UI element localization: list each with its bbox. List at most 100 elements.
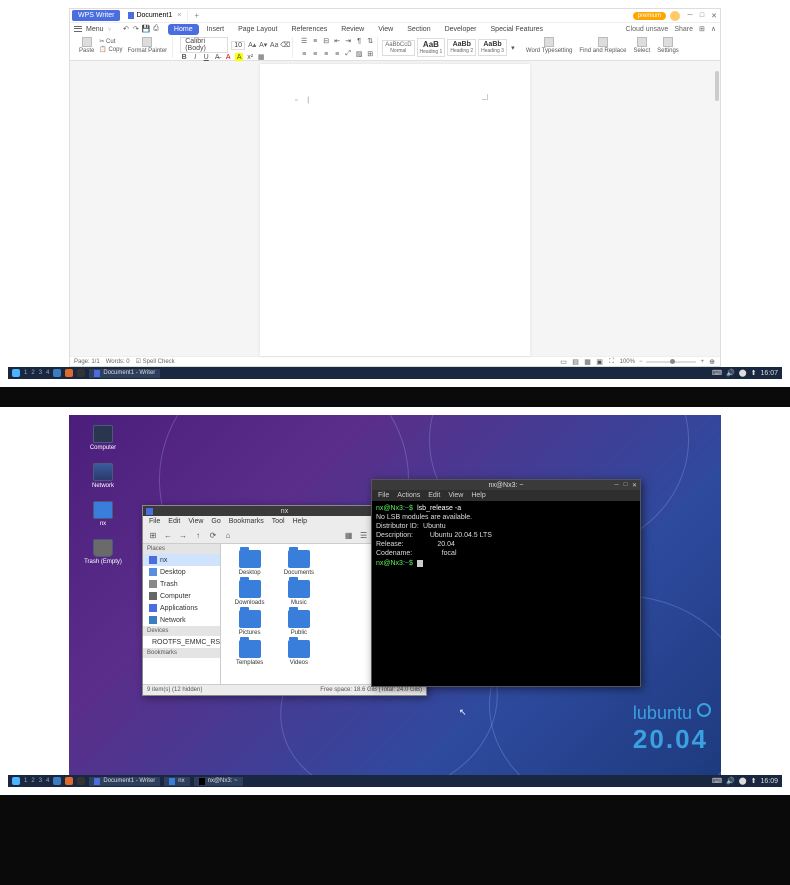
sidebar-item-applications[interactable]: Applications xyxy=(143,602,220,614)
maximize-button[interactable]: □ xyxy=(696,11,708,21)
page-indicator[interactable]: Page: 1/1 xyxy=(74,359,100,365)
term-maximize-button[interactable]: □ xyxy=(622,482,629,489)
save-icon[interactable]: 💾 xyxy=(142,25,150,33)
font-color-icon[interactable]: A xyxy=(224,53,232,61)
taskbar-item-fm[interactable]: nx xyxy=(164,777,189,786)
fm-menu-go[interactable]: Go xyxy=(211,518,220,525)
align-left-icon[interactable]: ≡ xyxy=(300,50,308,58)
fullscreen-icon[interactable]: ⛶ xyxy=(608,358,616,366)
taskbar-item-writer[interactable]: Document1 - Writer xyxy=(89,777,160,786)
sidebar-item-computer[interactable]: Computer xyxy=(143,590,220,602)
desktop-icon-network[interactable]: Network xyxy=(83,463,123,489)
workspace-1[interactable]: 1 xyxy=(24,778,27,784)
find-replace-button[interactable]: Find and Replace xyxy=(577,37,628,54)
desktop-icon-trash[interactable]: Trash (Empty) xyxy=(83,539,123,565)
workspace-4[interactable]: 4 xyxy=(46,370,49,376)
document-tab[interactable]: Document1 × xyxy=(122,10,188,21)
folder-downloads[interactable]: Downloads xyxy=(227,580,272,606)
term-title-bar[interactable]: nx@Nx3: ~ ─□✕ xyxy=(372,480,640,490)
new-tab-button[interactable]: + xyxy=(188,9,205,22)
terminal-launcher-icon[interactable] xyxy=(77,369,85,377)
italic-icon[interactable]: I xyxy=(191,53,199,61)
copy-button[interactable]: 📋 Copy xyxy=(99,46,122,53)
tab-developer[interactable]: Developer xyxy=(439,24,483,35)
document-canvas[interactable]: ▫ | xyxy=(70,61,720,356)
font-size-select[interactable]: 10 xyxy=(231,41,245,50)
workspace-2[interactable]: 2 xyxy=(31,778,34,784)
folder-desktop[interactable]: Desktop xyxy=(227,550,272,576)
cut-button[interactable]: ✂ Cut xyxy=(99,38,122,45)
term-menu-file[interactable]: File xyxy=(378,492,389,499)
view-mode4-icon[interactable]: ▣ xyxy=(596,358,604,366)
decrease-indent-icon[interactable]: ⇤ xyxy=(333,37,341,45)
icon-view-icon[interactable]: ▦ xyxy=(343,529,355,541)
tray-volume-icon[interactable]: 🔊 xyxy=(726,369,735,377)
file-manager-launcher-icon[interactable] xyxy=(53,777,61,785)
collapse-ribbon-icon[interactable]: ∧ xyxy=(711,25,716,33)
sidebar-item-nx[interactable]: nx xyxy=(143,554,220,566)
font-name-select[interactable]: Calibri (Body) xyxy=(180,37,228,53)
paste-button[interactable]: Paste xyxy=(77,37,96,54)
zoom-in-button[interactable]: + xyxy=(700,359,704,365)
desktop-icon-computer[interactable]: Computer xyxy=(83,425,123,451)
style-heading3[interactable]: AaBbHeading 3 xyxy=(478,39,507,56)
fm-menu-bookmarks[interactable]: Bookmarks xyxy=(229,518,264,525)
word-typesetting-button[interactable]: Word Typesetting xyxy=(524,37,574,54)
tab-special-features[interactable]: Special Features xyxy=(485,24,550,35)
tray-keyboard-icon[interactable]: ⌨ xyxy=(712,777,722,785)
workspace-3[interactable]: 3 xyxy=(39,778,42,784)
workspace-1[interactable]: 1 xyxy=(24,370,27,376)
taskbar-item-writer[interactable]: Document1 - Writer xyxy=(89,369,160,378)
up-icon[interactable]: ↑ xyxy=(192,529,204,541)
app-tab[interactable]: WPS Writer xyxy=(72,10,120,21)
align-center-icon[interactable]: ≡ xyxy=(311,50,319,58)
print-icon[interactable]: ⎙ xyxy=(152,25,160,33)
zoom-out-button[interactable]: − xyxy=(639,359,643,365)
sidebar-item-rootfs[interactable]: ROOTFS_EMMC_RST xyxy=(143,636,220,648)
workspace-4[interactable]: 4 xyxy=(46,778,49,784)
firefox-launcher-icon[interactable] xyxy=(65,369,73,377)
spell-check-button[interactable]: ☑ Spell Check xyxy=(136,358,175,365)
share-button[interactable]: Share xyxy=(674,26,693,33)
style-normal[interactable]: AaBbCcDNormal xyxy=(382,40,414,56)
align-right-icon[interactable]: ≡ xyxy=(322,50,330,58)
tray-updates-icon[interactable]: ⬆ xyxy=(751,777,757,785)
strike-icon[interactable]: A̶ xyxy=(213,53,221,61)
format-painter-button[interactable]: Format Painter xyxy=(126,37,170,54)
terminal-output[interactable]: nx@Nx3:~$ lsb_release -a No LSB modules … xyxy=(372,501,640,686)
workspace-3[interactable]: 3 xyxy=(39,370,42,376)
tray-volume-icon[interactable]: 🔊 xyxy=(726,777,735,785)
tray-updates-icon[interactable]: ⬆ xyxy=(751,369,757,377)
tab-close-icon[interactable]: × xyxy=(177,12,181,19)
start-menu-icon[interactable] xyxy=(12,777,20,785)
select-button[interactable]: Select xyxy=(631,37,652,54)
document-page[interactable]: ▫ | xyxy=(260,64,530,356)
shrink-font-icon[interactable]: A▾ xyxy=(259,41,267,49)
settings-button[interactable]: Settings xyxy=(655,37,681,54)
sort-icon[interactable]: ⇅ xyxy=(366,37,374,45)
sidebar-item-network[interactable]: Network xyxy=(143,614,220,626)
vertical-scrollbar[interactable] xyxy=(715,71,719,101)
show-marks-icon[interactable]: ¶ xyxy=(355,37,363,45)
file-manager-launcher-icon[interactable] xyxy=(53,369,61,377)
reload-icon[interactable]: ⟳ xyxy=(207,529,219,541)
view-mode3-icon[interactable]: ▦ xyxy=(584,358,592,366)
tab-view[interactable]: View xyxy=(372,24,399,35)
menu-label[interactable]: Menu xyxy=(84,26,106,33)
zoom-slider[interactable] xyxy=(646,361,696,363)
term-close-button[interactable]: ✕ xyxy=(631,482,638,489)
term-minimize-button[interactable]: ─ xyxy=(613,482,620,489)
lubuntu-desktop[interactable]: Computer Network nx Trash (Empty) nx ─□✕… xyxy=(69,415,721,775)
bold-icon[interactable]: B xyxy=(180,53,188,61)
taskbar-item-term[interactable]: nx@Nx3: ~ xyxy=(194,777,243,786)
style-heading1[interactable]: AaBHeading 1 xyxy=(417,38,446,57)
tray-keyboard-icon[interactable]: ⌨ xyxy=(712,369,722,377)
cloud-unsave-label[interactable]: Cloud unsave xyxy=(626,26,669,33)
style-heading2[interactable]: AaBbHeading 2 xyxy=(447,39,476,56)
view-mode1-icon[interactable]: ▭ xyxy=(560,358,568,366)
bullets-icon[interactable]: ☰ xyxy=(300,37,308,45)
forward-icon[interactable]: → xyxy=(177,529,189,541)
avatar[interactable] xyxy=(670,11,680,21)
tab-review[interactable]: Review xyxy=(335,24,370,35)
fm-menu-file[interactable]: File xyxy=(149,518,160,525)
